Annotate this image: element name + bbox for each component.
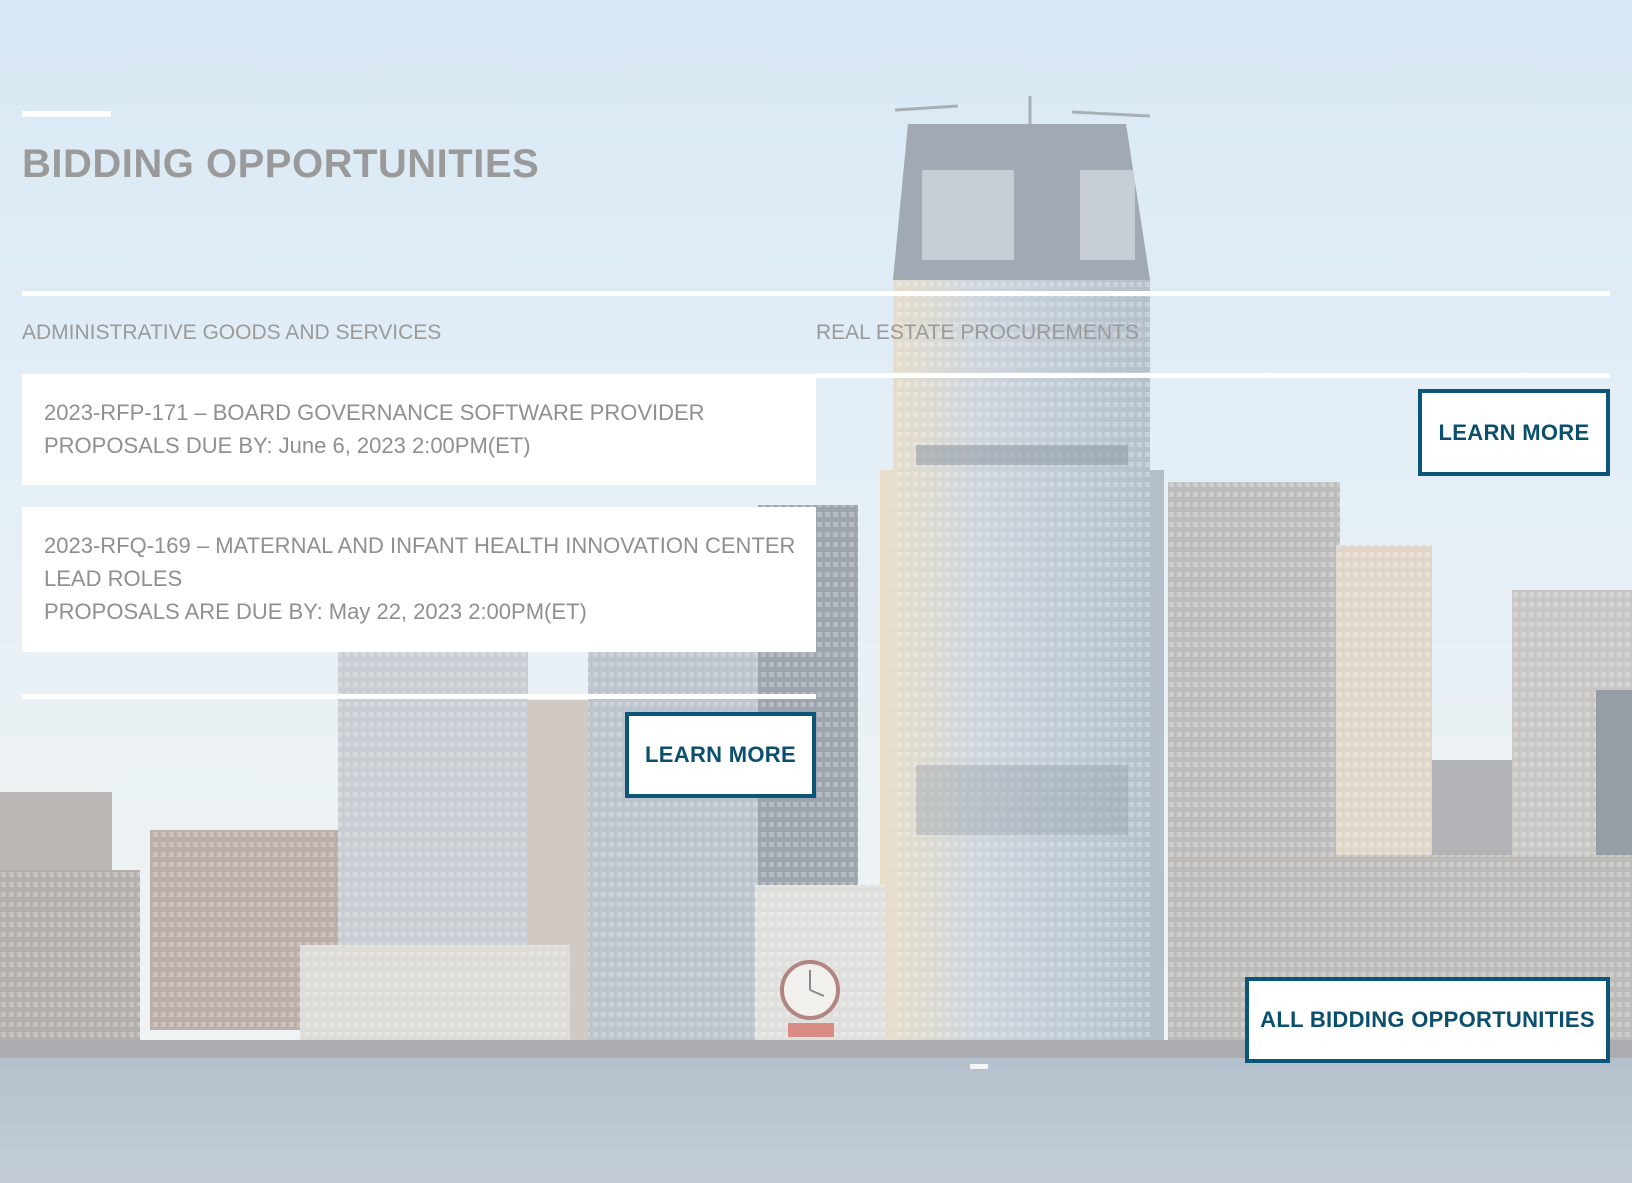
opportunity-due-date: PROPOSALS DUE BY: June 6, 2023 2:00PM(ET) xyxy=(44,429,794,462)
opportunity-card-rfp-171[interactable]: 2023-RFP-171 – BOARD GOVERNANCE SOFTWARE… xyxy=(22,374,816,485)
opportunity-title-continued: LEAD ROLES xyxy=(44,566,183,591)
opportunity-card-rfq-169[interactable]: 2023-RFQ-169 – MATERNAL AND INFANT HEALT… xyxy=(22,507,816,652)
title-accent-bar xyxy=(22,111,111,117)
section-divider-top xyxy=(22,291,1610,296)
due-label: PROPOSALS DUE BY: xyxy=(44,433,273,458)
column-heading-administrative: ADMINISTRATIVE GOODS AND SERVICES xyxy=(22,321,442,344)
real-estate-learn-more-button[interactable]: LEARN MORE xyxy=(1418,389,1610,476)
opportunity-due-date: PROPOSALS ARE DUE BY: May 22, 2023 2:00PM… xyxy=(44,595,794,628)
due-value: June 6, 2023 2:00PM(ET) xyxy=(278,433,531,458)
due-value: May 22, 2023 2:00PM(ET) xyxy=(328,599,587,624)
page-title: BIDDING OPPORTUNITIES xyxy=(22,142,540,186)
column-heading-real-estate: REAL ESTATE PROCUREMENTS xyxy=(816,321,1139,344)
administrative-divider xyxy=(22,694,816,699)
real-estate-divider xyxy=(816,373,1610,378)
all-bidding-opportunities-button[interactable]: ALL BIDDING OPPORTUNITIES xyxy=(1245,977,1610,1063)
administrative-learn-more-button[interactable]: LEARN MORE xyxy=(625,712,816,798)
due-label: PROPOSALS ARE DUE BY: xyxy=(44,599,323,624)
opportunity-title: 2023-RFP-171 – BOARD GOVERNANCE SOFTWARE… xyxy=(44,400,705,425)
opportunity-title: 2023-RFQ-169 – MATERNAL AND INFANT HEALT… xyxy=(44,533,796,558)
